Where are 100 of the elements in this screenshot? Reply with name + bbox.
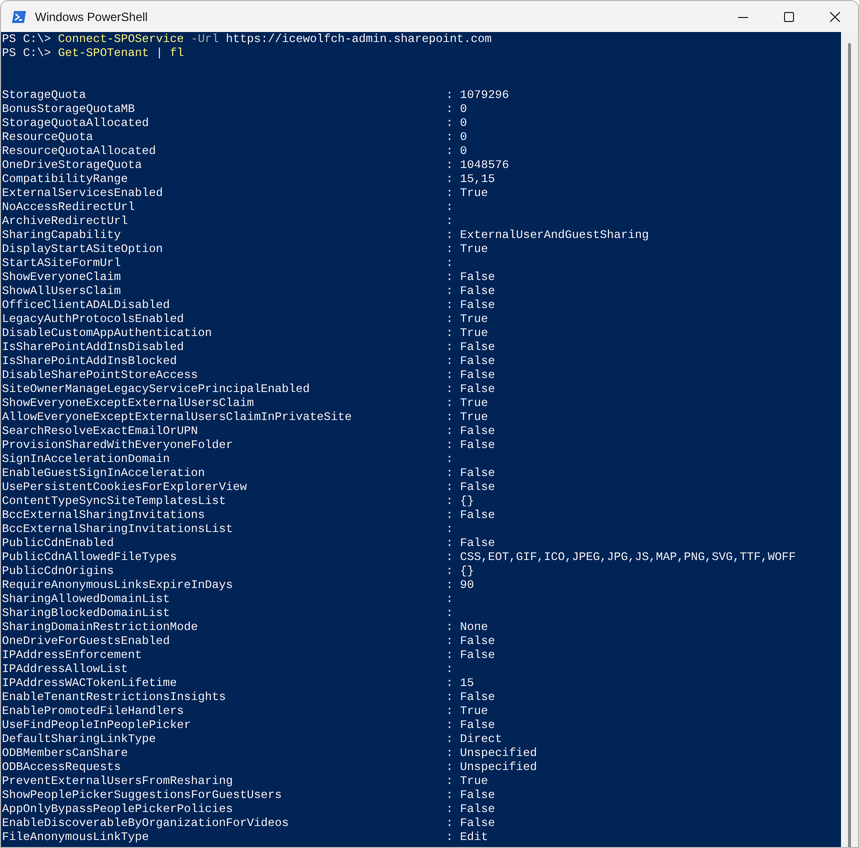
property-value: : 90 bbox=[446, 578, 474, 592]
property-name: AllowEveryoneExceptExternalUsersClaimInPrivateSite bbox=[2, 410, 353, 424]
command-token: -Url bbox=[190, 32, 219, 46]
property-value: : False bbox=[446, 466, 495, 480]
property-value: : False bbox=[446, 368, 495, 382]
property-name: DisableSharePointStoreAccess bbox=[2, 368, 199, 382]
property-value: : 0 bbox=[446, 116, 467, 130]
property-value: : bbox=[446, 214, 453, 228]
property-name: SharingDomainRestrictionMode bbox=[2, 620, 199, 634]
property-name: StorageQuotaAllocated bbox=[2, 116, 150, 130]
property-value: : False bbox=[446, 270, 495, 284]
property-name: PublicCdnAllowedFileTypes bbox=[2, 550, 178, 564]
property-name: ResourceQuotaAllocated bbox=[2, 144, 157, 158]
property-name: AppOnlyBypassPeoplePickerPolicies bbox=[2, 802, 234, 816]
property-name: EnableTenantRestrictionsInsights bbox=[2, 690, 227, 704]
command-token: fl bbox=[170, 46, 184, 60]
command-token: | bbox=[156, 46, 163, 60]
property-name: SharingBlockedDomainList bbox=[2, 606, 171, 620]
property-value: : 0 bbox=[446, 102, 467, 116]
property-value: : {} bbox=[446, 564, 474, 578]
property-value: : Unspecified bbox=[446, 746, 537, 760]
property-name: ArchiveRedirectUrl bbox=[2, 214, 129, 228]
property-value: : False bbox=[446, 480, 495, 494]
property-name: RequireAnonymousLinksExpireInDays bbox=[2, 578, 234, 592]
window-title: Windows PowerShell bbox=[35, 10, 149, 24]
property-value: : bbox=[446, 256, 453, 270]
property-name: StorageQuota bbox=[2, 88, 87, 102]
property-value: : True bbox=[446, 704, 488, 718]
property-name: IPAddressEnforcement bbox=[2, 648, 143, 662]
property-value: : True bbox=[446, 242, 488, 256]
property-name: ShowEveryoneExceptExternalUsersClaim bbox=[2, 396, 255, 410]
property-name: EnablePromotedFileHandlers bbox=[2, 704, 185, 718]
property-value: : Edit bbox=[446, 830, 488, 844]
property-value: : Unspecified bbox=[446, 760, 537, 774]
property-value: : True bbox=[446, 774, 488, 788]
property-value: : False bbox=[446, 648, 495, 662]
property-value: : False bbox=[446, 298, 495, 312]
property-value: : False bbox=[446, 536, 495, 550]
property-name: ProvisionSharedWithEveryoneFolder bbox=[2, 438, 234, 452]
property-value: : 15,15 bbox=[446, 172, 495, 186]
property-name: BccExternalSharingInvitationsList bbox=[2, 522, 234, 536]
property-value: : 0 bbox=[446, 144, 467, 158]
property-value: : False bbox=[446, 788, 495, 802]
property-name: SearchResolveExactEmailOrUPN bbox=[2, 424, 199, 438]
property-value: : False bbox=[446, 340, 495, 354]
property-value: : False bbox=[446, 438, 495, 452]
property-name: PublicCdnOrigins bbox=[2, 564, 115, 578]
property-value: : bbox=[446, 662, 453, 676]
property-name: IsSharePointAddInsBlocked bbox=[2, 354, 178, 368]
property-name: SharingAllowedDomainList bbox=[2, 592, 171, 606]
property-name: NoAccessRedirectUrl bbox=[2, 200, 136, 214]
property-name: EnableDiscoverableByOrganizationForVideos bbox=[2, 816, 290, 830]
property-value: : Direct bbox=[446, 732, 502, 746]
property-name: SiteOwnerManageLegacyServicePrincipalEnabled bbox=[2, 382, 311, 396]
property-value: : True bbox=[446, 410, 488, 424]
property-value: : bbox=[446, 592, 453, 606]
property-name: OneDriveStorageQuota bbox=[2, 158, 143, 172]
property-value: : bbox=[446, 522, 453, 536]
property-value: : 0 bbox=[446, 130, 467, 144]
property-name: SharingCapability bbox=[2, 228, 122, 242]
property-value: : False bbox=[446, 718, 495, 732]
scroll-thumb[interactable] bbox=[848, 43, 851, 847]
property-value: : bbox=[446, 200, 453, 214]
property-name: ShowEveryoneClaim bbox=[2, 270, 122, 284]
property-value: : False bbox=[446, 634, 495, 648]
property-value: : False bbox=[446, 354, 495, 368]
property-name: DisplayStartASiteOption bbox=[2, 242, 164, 256]
property-value: : bbox=[446, 452, 453, 466]
property-value: : 15 bbox=[446, 676, 474, 690]
command-token: PS C:\> bbox=[2, 32, 51, 46]
property-value: : ExternalUserAndGuestSharing bbox=[446, 228, 649, 242]
powershell-icon bbox=[11, 8, 27, 24]
property-name: UseFindPeopleInPeoplePicker bbox=[2, 718, 192, 732]
property-value: : False bbox=[446, 802, 495, 816]
property-value: : False bbox=[446, 690, 495, 704]
command-token: https://icewolfch-admin.sharepoint.com bbox=[226, 32, 492, 46]
property-value: : False bbox=[446, 816, 495, 830]
property-name: LegacyAuthProtocolsEnabled bbox=[2, 312, 185, 326]
property-value: : 1079296 bbox=[446, 88, 509, 102]
property-name: ShowPeoplePickerSuggestionsForGuestUsers bbox=[2, 788, 283, 802]
property-name: ODBAccessRequests bbox=[2, 760, 122, 774]
property-name: PublicCdnEnabled bbox=[2, 536, 115, 550]
property-value: : bbox=[446, 606, 453, 620]
property-value: : True bbox=[446, 312, 488, 326]
command-token: Connect-SPOService bbox=[58, 32, 184, 46]
property-name: IPAddressWACTokenLifetime bbox=[2, 676, 178, 690]
property-name: IPAddressAllowList bbox=[2, 662, 129, 676]
property-name: SignInAccelerationDomain bbox=[2, 452, 171, 466]
command-token: Get-SPOTenant bbox=[58, 46, 149, 60]
maximize-icon bbox=[784, 12, 794, 22]
property-name: OneDriveForGuestsEnabled bbox=[2, 634, 171, 648]
property-name: ODBMembersCanShare bbox=[2, 746, 129, 760]
property-name: OfficeClientADALDisabled bbox=[2, 298, 171, 312]
property-name: BonusStorageQuotaMB bbox=[2, 102, 136, 116]
property-name: IsSharePointAddInsDisabled bbox=[2, 340, 185, 354]
property-value: : CSS,EOT,GIF,ICO,JPEG,JPG,JS,MAP,PNG,SVG,TTF,WOFF bbox=[446, 550, 796, 564]
property-name: UsePersistentCookiesForExplorerView bbox=[2, 480, 248, 494]
property-value: : True bbox=[446, 186, 488, 200]
command-token: PS C:\> bbox=[2, 46, 51, 60]
property-value: : None bbox=[446, 620, 488, 634]
